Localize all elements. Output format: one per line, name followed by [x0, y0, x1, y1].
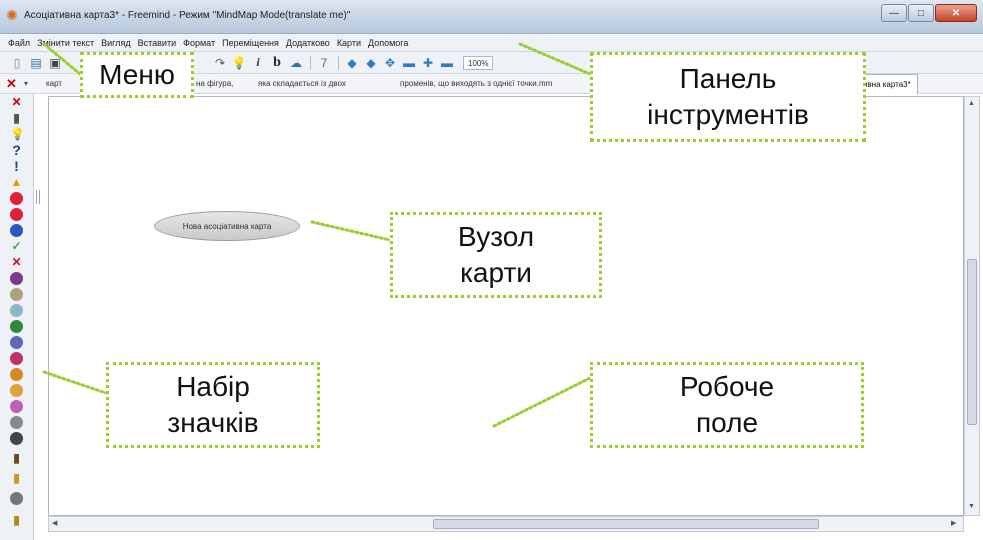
zoom-field[interactable]: 100% — [463, 55, 494, 70]
italic-icon[interactable]: i — [249, 54, 267, 72]
close-tab-icon[interactable]: ✕ — [6, 77, 17, 90]
window-title: Асоціативна карта3* - Freemind - Режим "… — [24, 10, 351, 21]
menu-view[interactable]: Вигляд — [101, 38, 131, 48]
scroll-up-icon[interactable]: ▲ — [968, 100, 975, 107]
priority-9-icon[interactable] — [10, 400, 23, 413]
line-icon[interactable]: ▬ — [438, 54, 456, 72]
horizontal-scroll-thumb[interactable] — [433, 519, 819, 529]
callout-menu: Меню — [80, 52, 194, 98]
vertical-scroll-thumb[interactable] — [967, 259, 977, 425]
minimize-button[interactable]: — — [881, 4, 907, 22]
menu-maps[interactable]: Карти — [337, 38, 361, 48]
redo-icon[interactable]: ↷ — [211, 54, 229, 72]
callout-icons: Набір значків — [106, 362, 320, 448]
stop-2-icon[interactable] — [10, 208, 23, 221]
priority-0-icon[interactable] — [10, 492, 23, 505]
callout-toolbar: Панель інструментів — [590, 52, 866, 142]
callout-toolbar-line1: Панель — [679, 63, 777, 94]
callout-work-line2: поле — [695, 407, 759, 438]
map-canvas[interactable] — [48, 96, 964, 516]
toolbar-separator — [338, 55, 339, 70]
bulb-icon[interactable]: 💡 — [230, 54, 248, 72]
menu-insert[interactable]: Вставити — [138, 38, 177, 48]
freemind-logo-icon: ✺ — [6, 7, 18, 23]
minus-icon[interactable]: ▬ — [400, 54, 418, 72]
tab-map-2[interactable]: на фігура, — [196, 79, 233, 88]
maximize-button[interactable]: □ — [908, 4, 934, 22]
callout-work-line1: Робоче — [679, 371, 775, 402]
callout-node: Вузол карти — [390, 212, 602, 298]
scroll-down-icon[interactable]: ▼ — [968, 503, 975, 510]
vertical-scrollbar[interactable]: ▲ ▼ — [964, 96, 980, 516]
menu-navigate[interactable]: Переміщення — [222, 38, 279, 48]
tab-map-3[interactable]: яка складається із двох — [258, 79, 346, 88]
question-icon[interactable]: ? — [10, 143, 23, 157]
priority-3-icon[interactable] — [10, 304, 23, 317]
idea-icon[interactable]: 💡 — [10, 128, 25, 141]
scroll-left-icon[interactable]: ◀ — [52, 519, 57, 527]
menu-help[interactable]: Допомога — [368, 38, 408, 48]
warning-icon[interactable]: ▲ — [10, 176, 23, 189]
priority-2-icon[interactable] — [10, 288, 23, 301]
priority-0-icon[interactable] — [10, 416, 23, 429]
menu-format[interactable]: Формат — [183, 38, 215, 48]
ok-icon[interactable]: ✓ — [10, 240, 23, 253]
new-icon[interactable]: ▯ — [8, 54, 26, 72]
arrow-left-icon[interactable]: ◆ — [343, 54, 361, 72]
menu-file[interactable]: Файл — [8, 38, 30, 48]
priority-4-icon[interactable] — [10, 320, 23, 333]
icon-palette: ✕ ▮ 💡 ? ! ▲ ✓ ✕ ▮ ▮ ▮ — [0, 94, 34, 540]
arrow-right-icon[interactable]: ◆ — [362, 54, 380, 72]
horizontal-scrollbar[interactable]: ◀ ▶ — [48, 516, 964, 532]
remove-last-icon[interactable]: ✕ — [10, 96, 23, 109]
freemind-window: ✺ Асоціативна карта3* - Freemind - Режим… — [0, 0, 983, 540]
star-icon[interactable]: ✥ — [381, 54, 399, 72]
cancel-icon[interactable]: ✕ — [10, 256, 23, 269]
menu-tools[interactable]: Додатково — [286, 38, 330, 48]
open-icon[interactable]: ▤ — [27, 54, 45, 72]
bold-icon[interactable]: b — [268, 54, 286, 72]
scroll-right-icon[interactable]: ▶ — [951, 519, 956, 527]
traffic-light-icon[interactable]: ▮ — [10, 514, 23, 527]
priority-7-icon[interactable] — [10, 368, 23, 381]
tab-scroll-icon[interactable]: ▾ — [24, 79, 28, 88]
traffic-light-icon[interactable]: ▮ — [10, 472, 23, 485]
callout-icons-line1: Набір — [176, 371, 250, 402]
info-icon[interactable] — [10, 224, 23, 237]
traffic-light-icon[interactable]: ▮ — [10, 452, 23, 465]
toolbar-separator — [310, 55, 311, 70]
important-icon[interactable]: ! — [10, 159, 23, 173]
remove-all-icon[interactable]: ▮ — [10, 112, 23, 125]
stop-icon[interactable] — [10, 192, 23, 205]
priority-6-icon[interactable] — [10, 352, 23, 365]
callout-node-line2: карти — [460, 257, 532, 288]
callout-node-line1: Вузол — [457, 221, 535, 252]
menu-edit-text[interactable]: Змінити текст — [37, 38, 94, 48]
menu-bar: Файл Змінити текст Вигляд Вставити Форма… — [0, 34, 983, 52]
callout-work: Робоче поле — [590, 362, 864, 448]
callout-icons-line2: значків — [167, 407, 259, 438]
save-icon[interactable]: ▣ — [46, 54, 64, 72]
priority-1-icon[interactable] — [10, 272, 23, 285]
priority-5-icon[interactable] — [10, 336, 23, 349]
close-button[interactable]: ✕ — [935, 4, 977, 22]
map-root-node[interactable]: Нова асоціативна карта — [154, 211, 300, 241]
callout-menu-text: Меню — [99, 59, 175, 90]
priority-8-icon[interactable] — [10, 384, 23, 397]
edge-icon[interactable]: 7 — [315, 54, 333, 72]
tab-map-1[interactable]: карт — [46, 79, 62, 88]
tab-map-4[interactable]: променів, що виходять з однієї точки.mm — [400, 79, 552, 88]
title-bar: ✺ Асоціативна карта3* - Freemind - Режим… — [0, 0, 983, 34]
clock-icon[interactable] — [10, 432, 23, 445]
window-controls: — □ ✕ — [880, 4, 977, 24]
palette-splitter[interactable] — [36, 190, 40, 204]
plus-icon[interactable]: ✚ — [419, 54, 437, 72]
cloud-icon[interactable]: ☁ — [287, 54, 305, 72]
callout-toolbar-line2: інструментів — [647, 99, 809, 130]
